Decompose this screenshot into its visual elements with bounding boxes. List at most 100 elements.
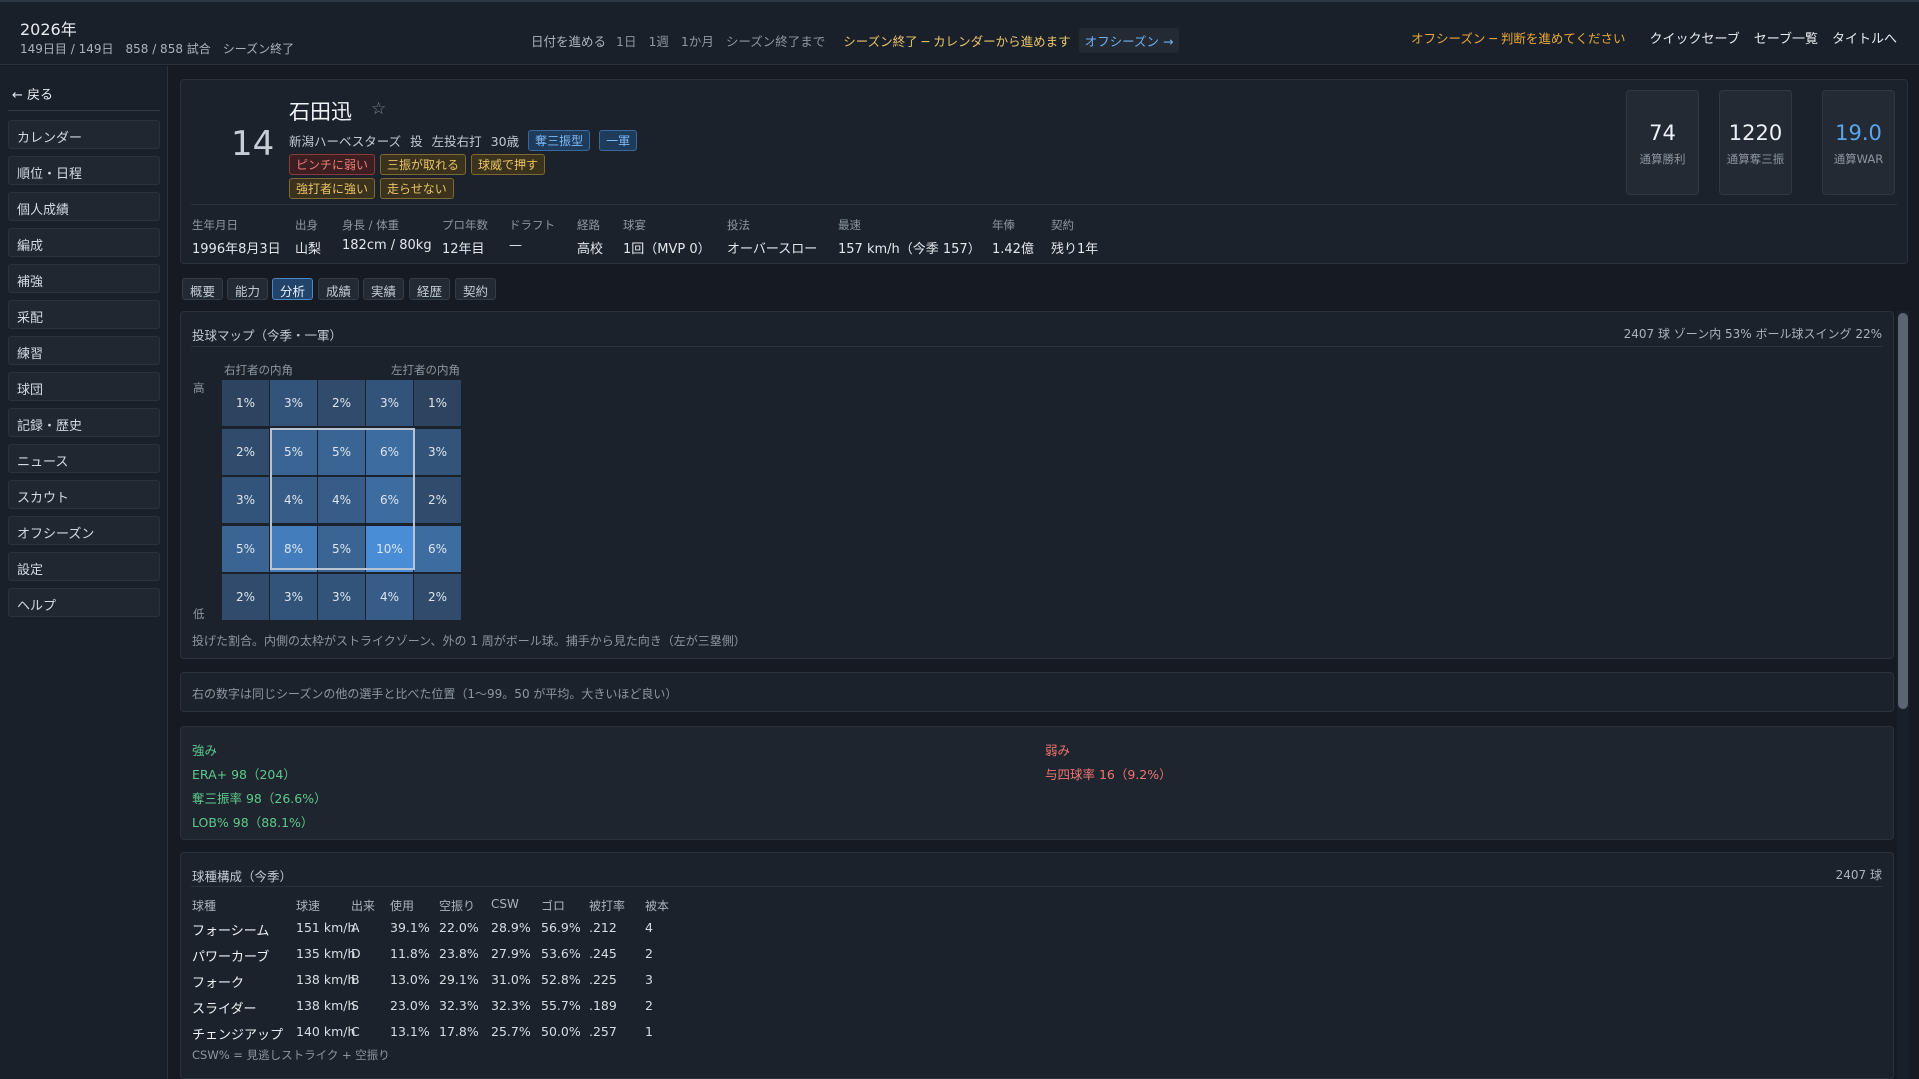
table-cell: 13.0% xyxy=(390,972,430,987)
current-year: 2026年 xyxy=(20,20,77,39)
sidebar-item-calendar[interactable]: カレンダー xyxy=(8,120,160,149)
info-route: 経路 高校 xyxy=(577,217,603,257)
advance-1week-button[interactable]: 1週 xyxy=(648,31,668,50)
advance-controls: 日付を進める 1日 1週 1か月 シーズン終了まで シーズン終了 ─ カレンダー… xyxy=(531,28,1180,53)
table-cell: C xyxy=(351,1024,360,1039)
sidebar-item-records[interactable]: 記録・歴史 xyxy=(8,408,160,437)
info-contract: 契約 残り1年 xyxy=(1051,217,1098,257)
pitch-zone-cell: 10% xyxy=(366,525,413,572)
tab-analysis[interactable]: 分析 xyxy=(272,278,314,300)
offseason-button[interactable]: オフシーズン → xyxy=(1078,28,1180,53)
tab-contract[interactable]: 契約 xyxy=(455,278,497,300)
pitch-zone-cell: 2% xyxy=(222,574,269,620)
quick-save-button[interactable]: クイックセーブ xyxy=(1650,28,1740,47)
info-key: 経路 xyxy=(577,218,600,232)
info-value: 12年目 xyxy=(442,242,485,257)
table-cell: 55.7% xyxy=(541,998,581,1013)
info-key: 生年月日 xyxy=(192,218,238,232)
table-cell: 11.8% xyxy=(390,946,430,961)
table-cell: .245 xyxy=(589,946,617,961)
sidebar-item-help[interactable]: ヘルプ xyxy=(8,588,160,617)
pitch-map-note: 投げた割合。内側の太枠がストライクゾーン、外の 1 周がボール球。捕手から見た向… xyxy=(192,634,746,648)
info-pro-years: プロ年数 12年目 xyxy=(442,217,488,257)
topbar-actions: オフシーズン ─ 判断を進めてください クイックセーブ セーブ一覧 タイトルへ xyxy=(1411,28,1897,47)
pitch-zone-cell: 4% xyxy=(318,477,365,523)
advance-1day-button[interactable]: 1日 xyxy=(616,31,636,50)
trait-badge: 強打者に強い xyxy=(289,178,376,199)
table-cell: 32.3% xyxy=(491,998,531,1013)
table-cell: 17.8% xyxy=(439,1024,479,1039)
stat-label: 通算勝利 xyxy=(1639,152,1686,166)
sidebar-item-scout[interactable]: スカウト xyxy=(8,480,160,509)
table-cell: 138 km/h xyxy=(296,998,356,1013)
table-cell: .225 xyxy=(589,972,617,987)
sidebar-item-tactics[interactable]: 采配 xyxy=(8,300,160,329)
sidebar-item-practice[interactable]: 練習 xyxy=(8,336,160,365)
back-button[interactable]: ← 戻る xyxy=(12,84,53,103)
pitch-zone-cell: 6% xyxy=(414,525,461,572)
pitch-zone-cell: 4% xyxy=(366,574,413,620)
table-cell: 13.1% xyxy=(390,1024,430,1039)
table-cell: 1 xyxy=(645,1024,653,1039)
info-birthdate: 生年月日 1996年8月3日 xyxy=(192,217,281,257)
weaknesses-title: 弱み xyxy=(1045,743,1071,758)
tab-stats[interactable]: 成績 xyxy=(318,278,360,300)
tab-overview[interactable]: 概要 xyxy=(182,278,224,300)
table-cell: .257 xyxy=(589,1024,617,1039)
scrollbar-thumb[interactable] xyxy=(1898,313,1908,709)
table-cell: 32.3% xyxy=(439,998,479,1013)
sidebar-item-settings[interactable]: 設定 xyxy=(8,552,160,581)
table-cell: 39.1% xyxy=(390,920,430,935)
save-list-button[interactable]: セーブ一覧 xyxy=(1754,28,1818,47)
age: 30歳 xyxy=(490,134,520,149)
info-value: 1996年8月3日 xyxy=(192,242,281,257)
favorite-star-icon[interactable]: ☆ xyxy=(371,99,386,119)
sidebar-item-news[interactable]: ニュース xyxy=(8,444,160,473)
top-bar: 2026年 149日目 / 149日 858 / 858 試合 シーズン終了 日… xyxy=(0,0,1919,65)
info-salary: 年俸 1.42億 xyxy=(992,217,1034,257)
weakness-item: 与四球率 16（9.2%） xyxy=(1045,767,1172,782)
table-cell: 23.8% xyxy=(439,946,479,961)
info-key: 身長 / 体重 xyxy=(342,218,400,232)
info-key: 投法 xyxy=(727,218,750,232)
tab-career[interactable]: 経歴 xyxy=(409,278,451,300)
pitch-zone-cell: 3% xyxy=(270,574,317,620)
sidebar-item-standings[interactable]: 順位・日程 xyxy=(8,156,160,185)
header-divider xyxy=(191,204,1897,205)
info-value: 157 km/h（今季 157） xyxy=(838,242,981,257)
sidebar-item-offseason[interactable]: オフシーズン xyxy=(8,516,160,545)
table-cell: 4 xyxy=(645,920,653,935)
table-cell: B xyxy=(351,972,360,987)
player-meta: 新潟ハーベスターズ 投 左投右打 30歳 奪三振型 一軍 xyxy=(289,130,646,151)
info-key: 球宴 xyxy=(623,218,646,232)
table-cell: .189 xyxy=(589,998,617,1013)
advance-season-end-button[interactable]: シーズン終了まで xyxy=(726,31,825,50)
throws-bats: 左投右打 xyxy=(431,134,482,149)
pitch-map-title: 投球マップ（今季・一軍） xyxy=(192,328,343,343)
player-name: 石田迅 xyxy=(289,100,352,124)
tab-abilities[interactable]: 能力 xyxy=(227,278,269,300)
sidebar-item-player-stats[interactable]: 個人成績 xyxy=(8,192,160,221)
pitch-type-name: スライダー xyxy=(192,1002,257,1017)
section-divider xyxy=(191,886,1883,887)
uniform-number: 14 xyxy=(231,124,275,164)
offseason-warning: オフシーズン ─ 判断を進めてください xyxy=(1411,31,1626,46)
info-height-weight: 身長 / 体重 182cm / 80kg xyxy=(342,217,432,253)
advance-1month-button[interactable]: 1か月 xyxy=(681,31,714,50)
sidebar-item-reinforce[interactable]: 補強 xyxy=(8,264,160,293)
trait-badge: 球威で押す xyxy=(471,154,546,175)
strength-item: LOB% 98（88.1%） xyxy=(192,815,314,830)
stat-value: 74 xyxy=(1649,121,1676,145)
tab-achievements[interactable]: 実績 xyxy=(363,278,405,300)
table-cell: 151 km/h xyxy=(296,920,356,935)
sidebar-item-club[interactable]: 球団 xyxy=(8,372,160,401)
info-top-speed: 最速 157 km/h（今季 157） xyxy=(838,217,981,257)
pitch-zone-cell: 6% xyxy=(366,477,413,523)
info-allstar: 球宴 1回（MVP 0） xyxy=(623,217,711,257)
info-draft: ドラフト — xyxy=(509,217,555,253)
sidebar-item-roster[interactable]: 編成 xyxy=(8,228,160,257)
table-cell: 50.0% xyxy=(541,1024,581,1039)
label-high: 高 xyxy=(193,381,205,395)
column-header: 被本 xyxy=(645,899,670,913)
to-title-button[interactable]: タイトルへ xyxy=(1832,28,1897,47)
